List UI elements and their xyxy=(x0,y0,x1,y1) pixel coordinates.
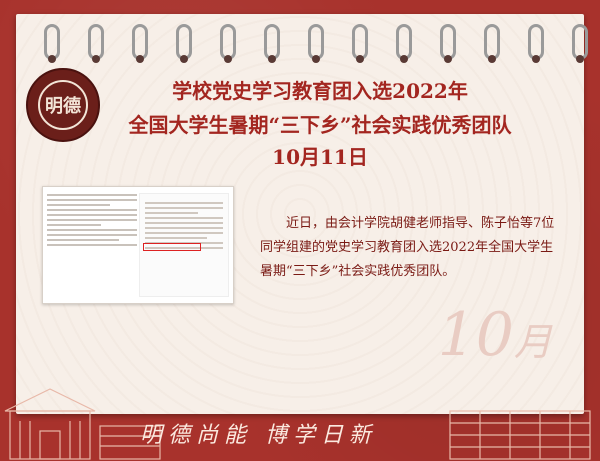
news-paragraph: 近日，由会计学院胡健老师指导、陈子怡等7位同学组建的党史学习教育团入选2022年… xyxy=(260,216,555,279)
month-number: 10 xyxy=(437,300,514,370)
document-screenshot xyxy=(42,186,234,304)
calendar-rings xyxy=(44,24,588,64)
ring-icon xyxy=(440,24,456,63)
ring-icon xyxy=(264,24,280,63)
headline-date: 10月11日 xyxy=(272,145,368,169)
ring-icon xyxy=(132,24,148,63)
month-char: 月 xyxy=(513,320,552,364)
ring-icon xyxy=(572,24,588,63)
highlight-box xyxy=(143,243,201,251)
ring-icon xyxy=(396,24,412,63)
campus-building-right-icon xyxy=(449,410,591,460)
ring-icon xyxy=(220,24,236,63)
ring-icon xyxy=(44,24,60,63)
headline-line-1: 学校党史学习教育团入选2022年 xyxy=(172,79,468,103)
ring-icon xyxy=(308,24,324,63)
ring-icon xyxy=(528,24,544,63)
ring-icon xyxy=(88,24,104,63)
university-seal-icon: 明德 xyxy=(26,68,100,142)
ring-icon xyxy=(352,24,368,63)
month-watermark: 10月 xyxy=(438,300,552,370)
headline-line-2: 全国大学生暑期“三下乡”社会实践优秀团队 xyxy=(128,113,512,137)
seal-center: 明德 xyxy=(38,80,88,130)
document-left-column xyxy=(47,191,137,249)
ring-icon xyxy=(484,24,500,63)
ring-icon xyxy=(176,24,192,63)
school-motto: 明德尚能 博学日新 xyxy=(140,423,377,448)
